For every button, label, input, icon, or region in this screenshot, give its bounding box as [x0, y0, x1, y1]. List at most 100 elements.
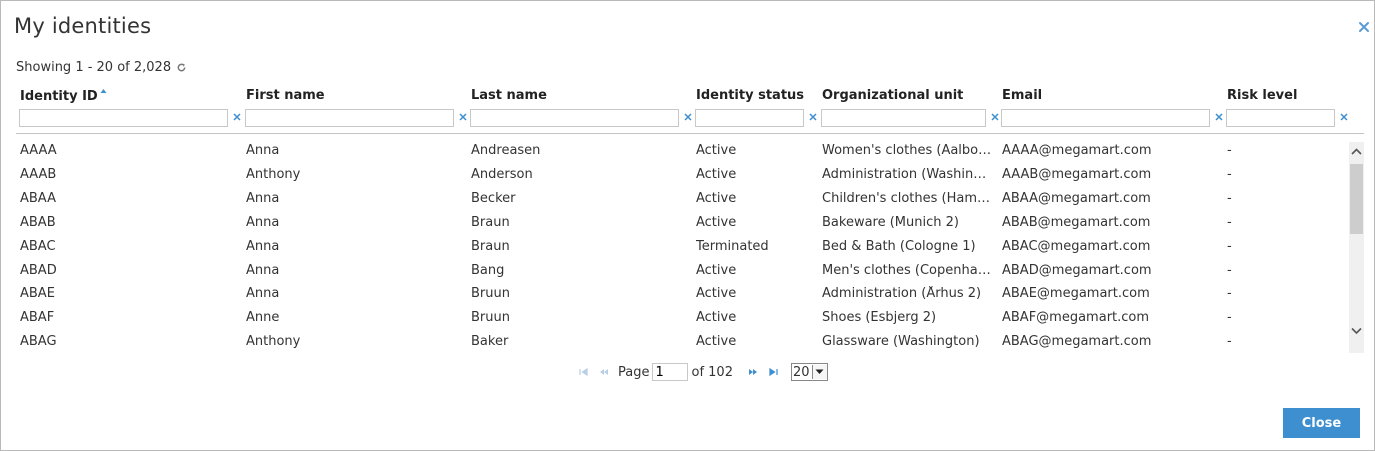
cell-first-name: Anna	[246, 262, 280, 278]
filter-input-identity-id[interactable]	[19, 109, 228, 127]
cell-organizational-unit: Administration (Århus 2)	[822, 286, 982, 302]
column-header-identity-id[interactable]: Identity ID	[20, 88, 107, 104]
clear-filter-icon[interactable]	[807, 111, 819, 123]
cell-last-name: Bruun	[471, 286, 510, 302]
page-size-select[interactable]: 20	[790, 363, 828, 381]
cell-identity-status: Active	[696, 214, 737, 230]
cell-identity-status: Active	[696, 166, 737, 182]
cell-identity-id: ABAA	[20, 190, 56, 206]
cell-email: ABAC@megamart.com	[1002, 238, 1151, 254]
cell-identity-status: Terminated	[696, 238, 769, 254]
filter-input-organizational-unit[interactable]	[821, 109, 986, 127]
cell-email: ABAA@megamart.com	[1002, 190, 1151, 206]
cell-identity-status: Active	[696, 286, 737, 302]
table-row[interactable]: ABAA Anna Becker Active Children's clothes (…	[1, 187, 1349, 211]
cell-email: ABAF@megamart.com	[1002, 310, 1150, 326]
table-row[interactable]: AAAB Anthony Anderson Active Administration …	[1, 163, 1349, 187]
page-label: Page	[618, 364, 650, 380]
cell-identity-status: Active	[696, 190, 737, 206]
clear-filter-icon[interactable]	[457, 111, 469, 123]
cell-identity-status: Active	[696, 143, 737, 158]
clear-filter-icon[interactable]	[231, 111, 243, 123]
cell-email: AAAB@megamart.com	[1002, 166, 1152, 182]
cell-risk-level: -	[1227, 262, 1232, 278]
table-row[interactable]: ABAF Anne Bruun Active Shoes (Esbjerg 2) ABAF…	[1, 306, 1349, 330]
cell-email: AAAA@megamart.com	[1002, 143, 1152, 158]
column-header-risk-level[interactable]: Risk level	[1227, 88, 1297, 103]
cell-identity-id: ABAC	[20, 238, 56, 254]
cell-last-name: Braun	[471, 214, 510, 230]
cell-first-name: Anthony	[246, 166, 301, 182]
cell-identity-id: AAAA	[20, 143, 57, 158]
cell-last-name: Baker	[471, 334, 509, 350]
cell-last-name: Bruun	[471, 310, 510, 326]
page-number-input[interactable]	[652, 363, 689, 381]
cell-risk-level: -	[1227, 214, 1232, 230]
filter-input-last-name[interactable]	[470, 109, 679, 127]
next-page-icon[interactable]	[747, 367, 759, 377]
cell-first-name: Anthony	[246, 334, 301, 350]
cell-identity-id: ABAD	[20, 262, 57, 278]
cell-first-name: Anna	[246, 190, 280, 206]
column-header-identity-status[interactable]: Identity status	[696, 88, 804, 103]
cell-email: ABAD@megamart.com	[1002, 262, 1152, 278]
close-button[interactable]: Close	[1283, 408, 1360, 438]
cell-identity-id: ABAG	[20, 334, 57, 350]
refresh-icon[interactable]	[176, 62, 187, 73]
page-size-value: 20	[792, 364, 810, 380]
cell-organizational-unit: Children's clothes (Hamburg 1)	[822, 190, 994, 206]
filter-input-risk-level[interactable]	[1226, 109, 1335, 127]
cell-email: ABAB@megamart.com	[1002, 214, 1151, 230]
table-row[interactable]: ABAD Anna Bang Active Men's clothes (Copenha…	[1, 259, 1349, 283]
cell-organizational-unit: Shoes (Esbjerg 2)	[822, 310, 937, 326]
close-x-icon[interactable]	[1357, 20, 1371, 34]
filter-input-identity-status[interactable]	[695, 109, 804, 127]
scrollbar-thumb[interactable]	[1350, 164, 1363, 234]
result-count: Showing 1 - 20 of 2,028	[16, 60, 187, 75]
previous-page-icon[interactable]	[598, 367, 610, 377]
vertical-scrollbar[interactable]	[1349, 142, 1364, 353]
column-header-last-name[interactable]: Last name	[471, 88, 547, 103]
cell-identity-status: Active	[696, 310, 737, 326]
cell-risk-level: -	[1227, 310, 1232, 326]
table-row[interactable]: ABAG Anthony Baker Active Glassware (Washing…	[1, 330, 1349, 353]
cell-email: ABAE@megamart.com	[1002, 286, 1150, 302]
table-row[interactable]: ABAE Anna Bruun Active Administration (Århus…	[1, 282, 1349, 306]
cell-organizational-unit: Bakeware (Munich 2)	[822, 214, 959, 230]
filter-input-first-name[interactable]	[245, 109, 454, 127]
scroll-up-arrow-icon[interactable]	[1349, 142, 1364, 162]
scroll-down-arrow-icon[interactable]	[1349, 321, 1364, 341]
pagination: Page of 102 20	[578, 362, 828, 382]
cell-risk-level: -	[1227, 190, 1232, 206]
cell-identity-id: AAAB	[20, 166, 57, 182]
cell-first-name: Anne	[246, 310, 280, 326]
cell-identity-id: ABAF	[20, 310, 55, 326]
cell-last-name: Anderson	[471, 166, 533, 182]
column-header-email[interactable]: Email	[1002, 88, 1042, 103]
cell-email: ABAG@megamart.com	[1002, 334, 1152, 350]
cell-last-name: Becker	[471, 190, 516, 206]
clear-filter-icon[interactable]	[682, 111, 694, 123]
cell-last-name: Braun	[471, 238, 510, 254]
cell-risk-level: -	[1227, 166, 1232, 182]
cell-risk-level: -	[1227, 143, 1232, 158]
cell-first-name: Anna	[246, 214, 280, 230]
table-row[interactable]: ABAC Anna Braun Terminated Bed & Bath (Colog…	[1, 235, 1349, 259]
last-page-icon[interactable]	[767, 367, 779, 377]
first-page-icon[interactable]	[578, 367, 590, 377]
column-header-first-name[interactable]: First name	[246, 88, 325, 103]
table-body: AAAA Anna Andreasen Active Women's clothes (…	[1, 139, 1349, 353]
table-row[interactable]: AAAA Anna Andreasen Active Women's clothes (…	[1, 139, 1349, 163]
header-divider	[16, 133, 1364, 134]
cell-last-name: Bang	[471, 262, 505, 278]
cell-first-name: Anna	[246, 286, 280, 302]
column-header-organizational-unit[interactable]: Organizational unit	[822, 88, 963, 103]
cell-last-name: Andreasen	[471, 143, 541, 158]
cell-organizational-unit: Administration (Washington)	[822, 166, 994, 182]
dialog-title: My identities	[14, 14, 152, 38]
clear-filter-icon[interactable]	[989, 111, 1001, 123]
filter-input-email[interactable]	[1001, 109, 1210, 127]
table-row[interactable]: ABAB Anna Braun Active Bakeware (Munich 2) AB…	[1, 211, 1349, 235]
clear-filter-icon[interactable]	[1338, 111, 1350, 123]
clear-filter-icon[interactable]	[1213, 111, 1225, 123]
